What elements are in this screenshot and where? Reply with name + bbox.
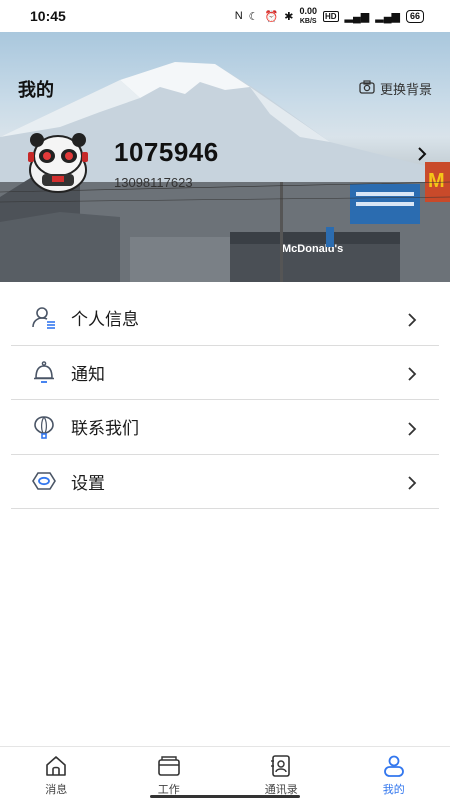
status-bar: 10:45 N ☾ ⏰ ✱ 0.00 KB/S HD ▂▄▆ ▂▄▆ 66 <box>0 0 450 32</box>
battery-icon: 66 <box>405 9 424 23</box>
menu-item-personal-info[interactable]: 个人信息 <box>11 291 439 346</box>
bluetooth-icon: ✱ <box>284 10 294 23</box>
menu-list: 个人信息 通知 联系我们 设置 <box>11 291 439 509</box>
phone-number: 13098117623 <box>114 175 193 190</box>
menu-item-settings[interactable]: 设置 <box>11 455 439 509</box>
net-speed-unit: KB/S <box>299 17 317 25</box>
camera-icon <box>359 80 375 97</box>
tab-messages[interactable]: 消息 <box>0 747 113 800</box>
menu-item-label: 联系我们 <box>71 419 139 439</box>
net-speed: 0.00 KB/S <box>299 5 317 26</box>
change-background-button[interactable]: 更换背景 <box>359 79 432 98</box>
balloon-icon <box>31 414 57 440</box>
net-speed-value: 0.00 <box>299 5 317 16</box>
person-info-icon <box>31 305 57 331</box>
home-indicator <box>150 795 300 798</box>
profile-header: McDonald's M 我的 更换背景 1075946 13098117623 <box>0 32 450 282</box>
hd-badge: HD <box>322 10 339 22</box>
page-title: 我的 <box>18 80 54 100</box>
signal-icon: ▂▄▆ <box>344 10 370 23</box>
status-time: 10:45 <box>30 8 66 24</box>
home-icon <box>43 753 69 779</box>
chevron-right-icon <box>407 367 417 381</box>
mcdonalds-sign: McDonald's <box>282 243 343 255</box>
tab-mine[interactable]: 我的 <box>338 747 450 800</box>
avatar[interactable] <box>22 130 96 196</box>
contacts-icon <box>268 753 294 779</box>
chevron-right-icon <box>407 313 417 327</box>
menu-item-label: 通知 <box>71 364 105 384</box>
chevron-right-icon <box>407 422 417 436</box>
bell-icon <box>31 359 57 385</box>
svg-text:M: M <box>428 170 445 192</box>
nfc-icon: N <box>234 10 243 22</box>
alarm-icon: ⏰ <box>264 10 279 23</box>
chevron-right-icon[interactable] <box>416 145 428 168</box>
signal-icon-2: ▂▄▆ <box>375 10 400 23</box>
status-icons: N ☾ ⏰ ✱ 0.00 KB/S HD ▂▄▆ ▂▄▆ 66 <box>234 5 424 26</box>
moon-icon: ☾ <box>248 10 259 23</box>
menu-item-notification[interactable]: 通知 <box>11 346 439 400</box>
tab-label: 消息 <box>45 783 68 796</box>
menu-item-label: 设置 <box>71 473 105 493</box>
tab-label: 我的 <box>382 783 405 796</box>
menu-item-contact-us[interactable]: 联系我们 <box>11 400 439 455</box>
menu-item-label: 个人信息 <box>71 310 139 330</box>
tab-work[interactable]: 工作 <box>113 747 226 800</box>
settings-hexagon-icon <box>31 468 57 494</box>
tab-contacts[interactable]: 通讯录 <box>225 747 338 800</box>
change-background-label: 更换背景 <box>379 82 432 97</box>
username: 1075946 <box>114 137 219 167</box>
bottom-tab-bar: 消息 工作 通讯录 我的 <box>0 746 450 800</box>
chevron-right-icon <box>407 476 417 490</box>
profile-icon <box>381 753 407 779</box>
folder-icon <box>156 753 182 779</box>
